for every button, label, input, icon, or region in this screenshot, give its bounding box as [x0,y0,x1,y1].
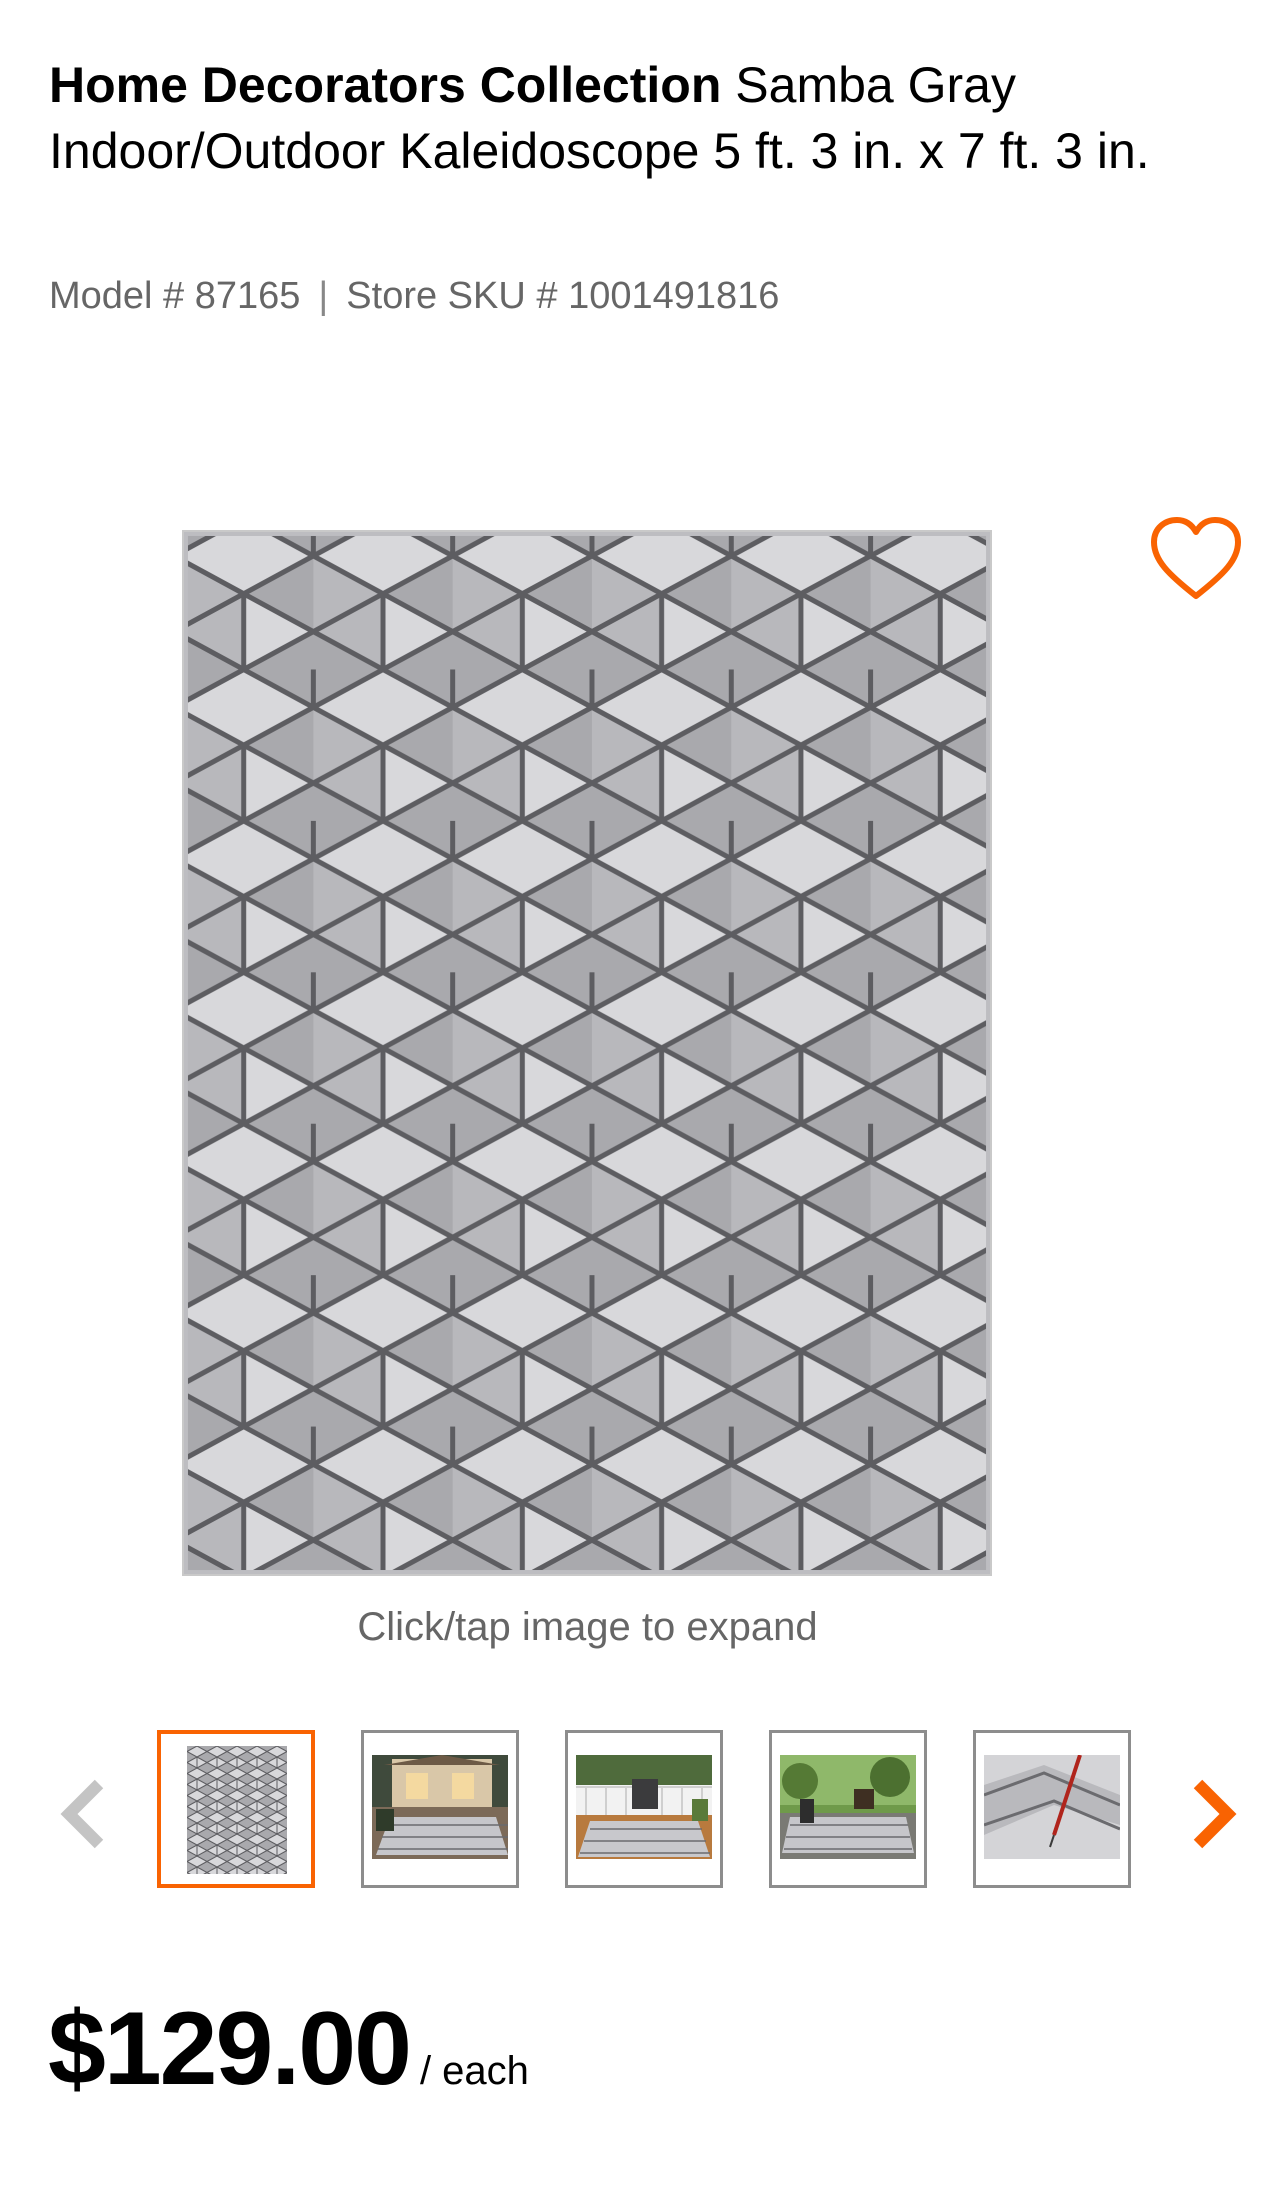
thumb-rug-patio-house[interactable] [361,1730,519,1888]
model-number: Model # 87165 [49,275,301,317]
chevron-left-icon[interactable] [55,1774,115,1854]
chevron-right-icon[interactable] [1182,1774,1242,1854]
store-sku: Store SKU # 1001491816 [346,275,780,317]
identifier-separator: | [318,275,329,317]
rug-pattern-image [184,532,990,1574]
price-block: $129.00/ each [48,1990,529,2109]
thumbnail-carousel [0,1730,1284,1890]
product-brand: Home Decorators Collection [49,57,722,113]
favorite-heart-icon[interactable] [1148,514,1244,604]
price-unit: / each [419,2049,529,2093]
product-identifiers: Model # 87165 | Store SKU # 1001491816 [49,275,779,318]
product-main-image[interactable] [182,530,992,1576]
thumb-rug-deck-grill[interactable] [565,1730,723,1888]
price-amount: $129.00 [48,1991,412,2107]
product-title: Home Decorators Collection Samba Gray In… [49,52,1249,184]
expand-image-hint: Click/tap image to expand [357,1605,818,1649]
thumb-rug-flat[interactable] [157,1730,315,1888]
thumb-rug-garden[interactable] [769,1730,927,1888]
thumb-rug-closeup[interactable] [973,1730,1131,1888]
